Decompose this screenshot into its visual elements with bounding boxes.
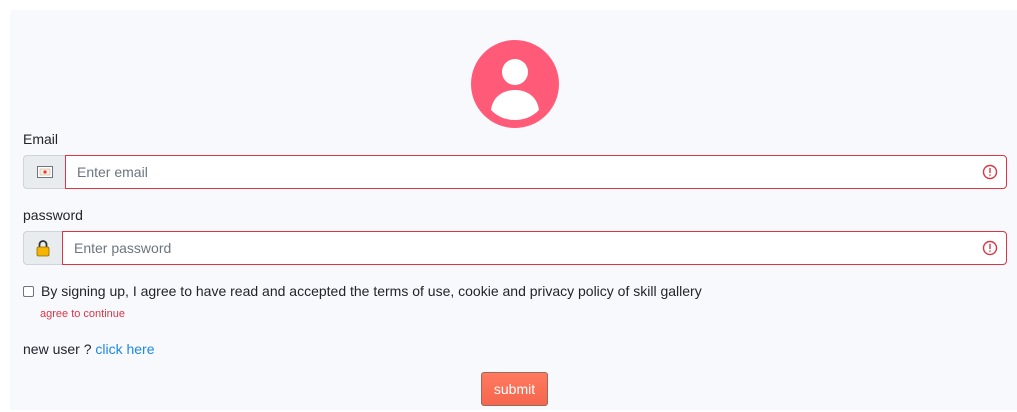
new-user-row: new user ? click here	[23, 341, 155, 357]
email-label: Email	[23, 131, 59, 147]
email-input[interactable]	[65, 155, 1007, 189]
terms-row: By signing up, I agree to have read and …	[23, 283, 702, 299]
password-addon	[23, 231, 62, 265]
password-label: password	[23, 207, 83, 223]
terms-checkbox[interactable]	[23, 285, 34, 297]
password-error-icon	[982, 240, 998, 256]
new-user-prefix: new user ?	[23, 341, 92, 357]
terms-error-message: agree to continue	[40, 308, 126, 320]
email-addon	[23, 155, 65, 189]
login-form-panel: Email password	[10, 10, 1017, 410]
envelope-icon	[36, 166, 53, 178]
terms-text: By signing up, I agree to have read and …	[41, 283, 702, 299]
password-input-group	[23, 231, 1007, 265]
submit-button[interactable]: submit	[481, 372, 548, 406]
user-avatar-icon	[471, 40, 559, 128]
lock-icon	[36, 240, 50, 257]
email-input-group	[23, 155, 1007, 189]
email-error-icon	[982, 164, 998, 180]
password-input[interactable]	[62, 231, 1007, 265]
register-link[interactable]: click here	[95, 341, 154, 357]
